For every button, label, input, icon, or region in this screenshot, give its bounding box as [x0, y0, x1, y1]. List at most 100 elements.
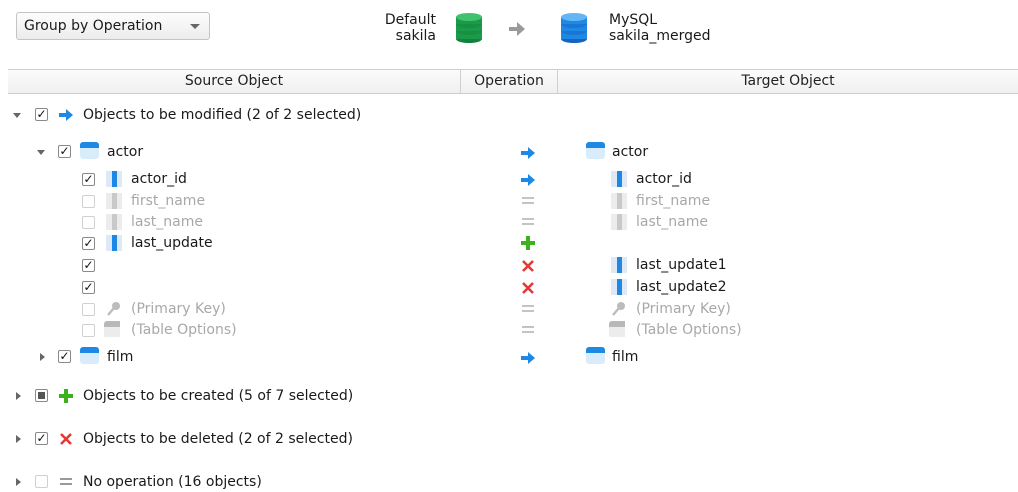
table-icon	[586, 347, 605, 364]
table-actor-checkbox[interactable]: ✓	[58, 145, 71, 158]
source-table-name: actor	[107, 144, 144, 160]
delete-cross-icon	[60, 433, 72, 445]
target-column-name: first_name	[636, 193, 711, 209]
column-checkbox[interactable]: ✓	[82, 173, 95, 186]
target-table-name: actor	[612, 144, 649, 160]
group-by-dropdown[interactable]: Group by Operation	[16, 12, 210, 40]
column-row-table-options[interactable]: (Table Options) (Table Options)	[0, 321, 1018, 341]
column-icon	[106, 171, 122, 187]
create-plus-icon	[59, 389, 73, 403]
column-icon	[611, 279, 627, 295]
column-checkbox[interactable]: ✓	[82, 259, 95, 272]
target-db-label: MySQL sakila_merged	[609, 12, 711, 44]
source-table-name: film	[107, 349, 134, 365]
column-row-primary-key[interactable]: (Primary Key) (Primary Key)	[0, 300, 1018, 320]
group-created-label: Objects to be created (5 of 7 selected)	[83, 388, 354, 404]
source-column-name: (Primary Key)	[131, 301, 226, 317]
no-change-equals-icon	[60, 478, 72, 485]
column-checkbox[interactable]	[82, 303, 95, 316]
source-database-icon	[456, 13, 482, 43]
no-change-equals-icon	[522, 326, 534, 333]
target-column-name: actor_id	[636, 171, 692, 187]
table-icon	[586, 142, 605, 159]
source-db-schema: sakila	[395, 28, 436, 44]
target-table-name: film	[612, 349, 639, 365]
column-row-last-update2[interactable]: ✓ last_update2	[0, 278, 1018, 298]
collapse-icon[interactable]	[37, 150, 45, 155]
column-icon	[611, 171, 627, 187]
group-modified-row[interactable]: ✓ Objects to be modified (2 of 2 selecte…	[0, 105, 1018, 125]
column-row-actor-id[interactable]: ✓ actor_id actor_id	[0, 170, 1018, 190]
expand-icon[interactable]	[16, 478, 21, 486]
no-change-equals-icon	[522, 197, 534, 204]
column-row-last-name[interactable]: last_name last_name	[0, 213, 1018, 233]
column-row-first-name[interactable]: first_name first_name	[0, 192, 1018, 212]
expand-icon[interactable]	[40, 353, 45, 361]
collapse-icon[interactable]	[13, 113, 21, 118]
column-header: Source Object Operation Target Object	[8, 69, 1018, 94]
source-db-label: Default sakila	[370, 12, 436, 44]
column-checkbox[interactable]: ✓	[82, 281, 95, 294]
target-column-name: last_update1	[636, 257, 727, 273]
group-deleted-row[interactable]: ✓ Objects to be deleted (2 of 2 selected…	[0, 429, 1018, 449]
arrow-right-icon	[509, 22, 525, 36]
key-icon	[612, 302, 625, 316]
table-options-icon	[104, 321, 120, 337]
header-source-object[interactable]: Source Object	[8, 70, 460, 93]
group-noop-checkbox[interactable]	[35, 475, 48, 488]
table-icon	[80, 142, 99, 159]
column-icon	[611, 214, 627, 230]
group-by-value: Group by Operation	[24, 18, 163, 34]
column-icon	[611, 193, 627, 209]
table-film-checkbox[interactable]: ✓	[58, 350, 71, 363]
table-row-film[interactable]: ✓ film film	[0, 347, 1018, 367]
table-row-actor[interactable]: ✓ actor actor	[0, 142, 1018, 162]
column-checkbox[interactable]	[82, 324, 95, 337]
source-db-type: Default	[384, 12, 436, 28]
delete-cross-icon	[522, 282, 534, 294]
table-icon	[80, 347, 99, 364]
target-database-icon	[561, 13, 587, 43]
header-target-object[interactable]: Target Object	[558, 70, 1018, 93]
modify-arrow-icon	[521, 352, 535, 364]
source-column-name: last_update	[131, 235, 213, 251]
group-modified-label: Objects to be modified (2 of 2 selected)	[83, 107, 362, 123]
column-icon	[106, 235, 122, 251]
no-change-equals-icon	[522, 305, 534, 312]
modify-arrow-icon	[59, 109, 73, 121]
target-column-name: (Table Options)	[636, 322, 742, 338]
source-column-name: actor_id	[131, 171, 187, 187]
column-row-last-update[interactable]: ✓ last_update	[0, 234, 1018, 254]
group-created-row[interactable]: Objects to be created (5 of 7 selected)	[0, 386, 1018, 406]
column-checkbox[interactable]: ✓	[82, 237, 95, 250]
target-db-type: MySQL	[609, 12, 658, 28]
group-deleted-label: Objects to be deleted (2 of 2 selected)	[83, 431, 353, 447]
group-noop-row[interactable]: No operation (16 objects)	[0, 472, 1018, 492]
header-operation[interactable]: Operation	[461, 70, 557, 93]
column-row-last-update1[interactable]: ✓ last_update1	[0, 256, 1018, 276]
column-icon	[106, 214, 122, 230]
create-plus-icon	[521, 236, 535, 250]
no-change-equals-icon	[522, 218, 534, 225]
group-noop-label: No operation (16 objects)	[83, 474, 262, 490]
target-column-name: last_name	[636, 214, 708, 230]
expand-icon[interactable]	[16, 435, 21, 443]
column-checkbox[interactable]	[82, 216, 95, 229]
key-icon	[107, 302, 120, 316]
expand-icon[interactable]	[16, 392, 21, 400]
source-column-name: last_name	[131, 214, 203, 230]
source-column-name: first_name	[131, 193, 206, 209]
column-icon	[106, 193, 122, 209]
column-icon	[611, 257, 627, 273]
target-db-schema: sakila_merged	[609, 28, 711, 44]
column-checkbox[interactable]	[82, 195, 95, 208]
target-column-name: last_update2	[636, 279, 727, 295]
table-options-icon	[609, 321, 625, 337]
modify-arrow-icon	[521, 174, 535, 186]
modify-arrow-icon	[521, 147, 535, 159]
group-deleted-checkbox[interactable]: ✓	[35, 432, 48, 445]
source-column-name: (Table Options)	[131, 322, 237, 338]
group-created-checkbox[interactable]	[35, 389, 48, 402]
group-modified-checkbox[interactable]: ✓	[35, 108, 48, 121]
target-column-name: (Primary Key)	[636, 301, 731, 317]
